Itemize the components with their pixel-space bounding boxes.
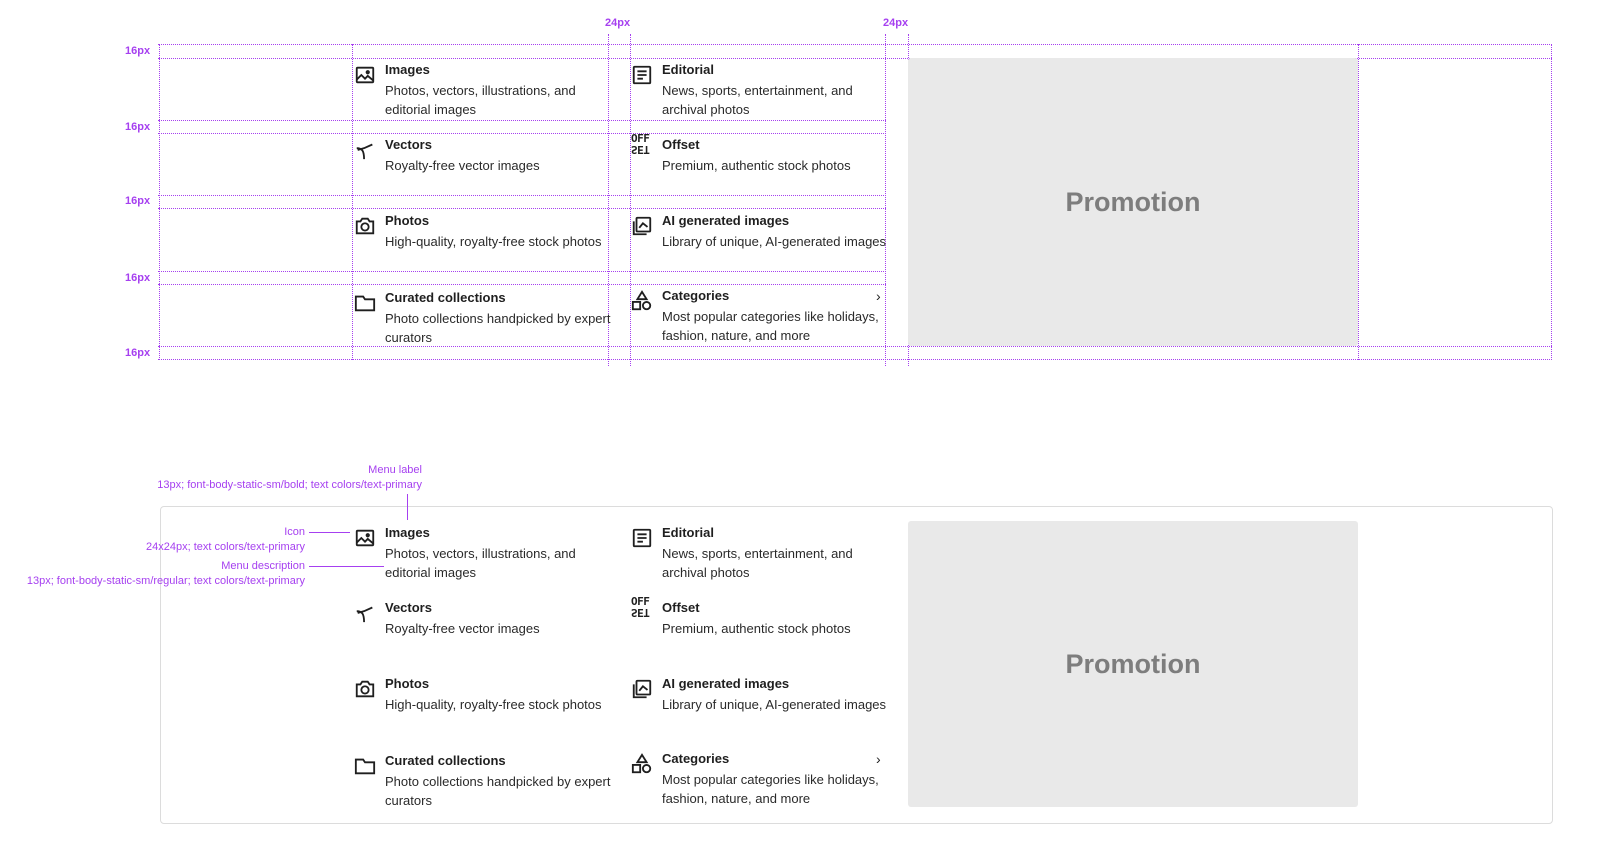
folder-icon <box>354 755 376 777</box>
promotion-label: Promotion <box>1065 648 1201 679</box>
menu-description: Library of unique, AI-generated images <box>662 697 887 712</box>
vector-icon <box>354 602 376 624</box>
menu-label: Editorial <box>662 525 715 540</box>
menu-label: Offset <box>662 137 700 152</box>
spacing-label: 16px <box>125 347 151 359</box>
menu-description: Photos, vectors, illustrations, and edit… <box>385 83 576 117</box>
guide-line <box>159 44 160 360</box>
guide-line <box>158 284 886 285</box>
chevron-right-icon: › <box>876 288 881 304</box>
menu-label: Images <box>385 525 430 540</box>
guide-line <box>158 120 886 121</box>
promotion-label: Promotion <box>1065 186 1201 217</box>
guide-line <box>352 44 353 360</box>
vector-icon <box>354 139 376 161</box>
annotation-leader <box>309 566 384 567</box>
menu-label: Categories <box>662 751 730 766</box>
spacing-label: 24px <box>605 17 631 29</box>
categories-icon <box>631 753 653 775</box>
menu-label: Images <box>385 62 430 77</box>
menu-description: News, sports, entertainment, and archiva… <box>662 83 853 117</box>
image-icon <box>354 527 376 549</box>
guide-line <box>1551 44 1552 360</box>
menu-label: Editorial <box>662 62 715 77</box>
menu-label: Curated collections <box>385 753 506 768</box>
spacing-label: 16px <box>125 45 151 57</box>
icon-annotation: Icon <box>284 526 305 538</box>
menu-label: Categories <box>662 288 730 303</box>
menu-description: Photo collections handpicked by expert c… <box>385 774 611 808</box>
menu-label-annotation: Menu label <box>368 464 422 476</box>
menu-label: Offset <box>662 600 700 615</box>
ai-images-icon <box>631 678 653 700</box>
menu-description-annotation: Menu description <box>221 560 305 572</box>
guide-line <box>158 44 1552 45</box>
menu-description: News, sports, entertainment, and archiva… <box>662 546 853 580</box>
annotation-leader <box>309 532 350 533</box>
categories-icon <box>631 290 653 312</box>
menu-description: Royalty-free vector images <box>385 621 540 636</box>
editorial-icon <box>631 527 653 549</box>
spacing-label: 24px <box>883 17 909 29</box>
image-icon <box>354 64 376 86</box>
folder-icon <box>354 292 376 314</box>
spacing-label: 16px <box>125 195 151 207</box>
menu-label-spec: 13px; font-body-static-sm/bold; text col… <box>157 479 422 491</box>
promotion-card[interactable]: Promotion <box>908 521 1358 807</box>
guide-line <box>158 271 886 272</box>
menu-description-spec: 13px; font-body-static-sm/regular; text … <box>26 575 305 587</box>
camera-icon <box>354 215 376 237</box>
menu-description: Most popular categories like holidays, f… <box>662 772 879 806</box>
chevron-right-icon: › <box>876 751 881 767</box>
menu-label: Vectors <box>385 600 432 615</box>
menu-description: Library of unique, AI-generated images <box>662 234 887 249</box>
menu-label: Photos <box>385 676 430 691</box>
menu-description: Royalty-free vector images <box>385 158 540 173</box>
offset-logo-icon: OFF SET <box>631 595 650 619</box>
menu-description: Photos, vectors, illustrations, and edit… <box>385 546 576 580</box>
menu-description: High-quality, royalty-free stock photos <box>385 234 602 249</box>
menu-description: Photo collections handpicked by expert c… <box>385 311 611 345</box>
menu-description: Premium, authentic stock photos <box>662 621 851 636</box>
editorial-icon <box>631 64 653 86</box>
menu-description: Premium, authentic stock photos <box>662 158 851 173</box>
guide-line <box>158 133 886 134</box>
annotation-leader <box>407 494 408 520</box>
menu-label: AI generated images <box>662 213 790 228</box>
camera-icon <box>354 678 376 700</box>
guide-line <box>158 359 1552 360</box>
guide-line <box>158 195 886 196</box>
menu-description: High-quality, royalty-free stock photos <box>385 697 602 712</box>
icon-spec: 24x24px; text colors/text-primary <box>146 541 305 553</box>
promotion-card[interactable]: Promotion <box>908 58 1358 346</box>
menu-description: Most popular categories like holidays, f… <box>662 309 879 343</box>
guide-line <box>158 208 886 209</box>
menu-label: Curated collections <box>385 290 506 305</box>
offset-logo-icon: OFF SET <box>631 132 650 156</box>
menu-label: Photos <box>385 213 430 228</box>
guide-line <box>1358 44 1359 360</box>
guide-line <box>158 346 1552 347</box>
spacing-label: 16px <box>125 272 151 284</box>
ai-images-icon <box>631 215 653 237</box>
menu-label: AI generated images <box>662 676 790 691</box>
spacing-label: 16px <box>125 121 151 133</box>
menu-label: Vectors <box>385 137 432 152</box>
